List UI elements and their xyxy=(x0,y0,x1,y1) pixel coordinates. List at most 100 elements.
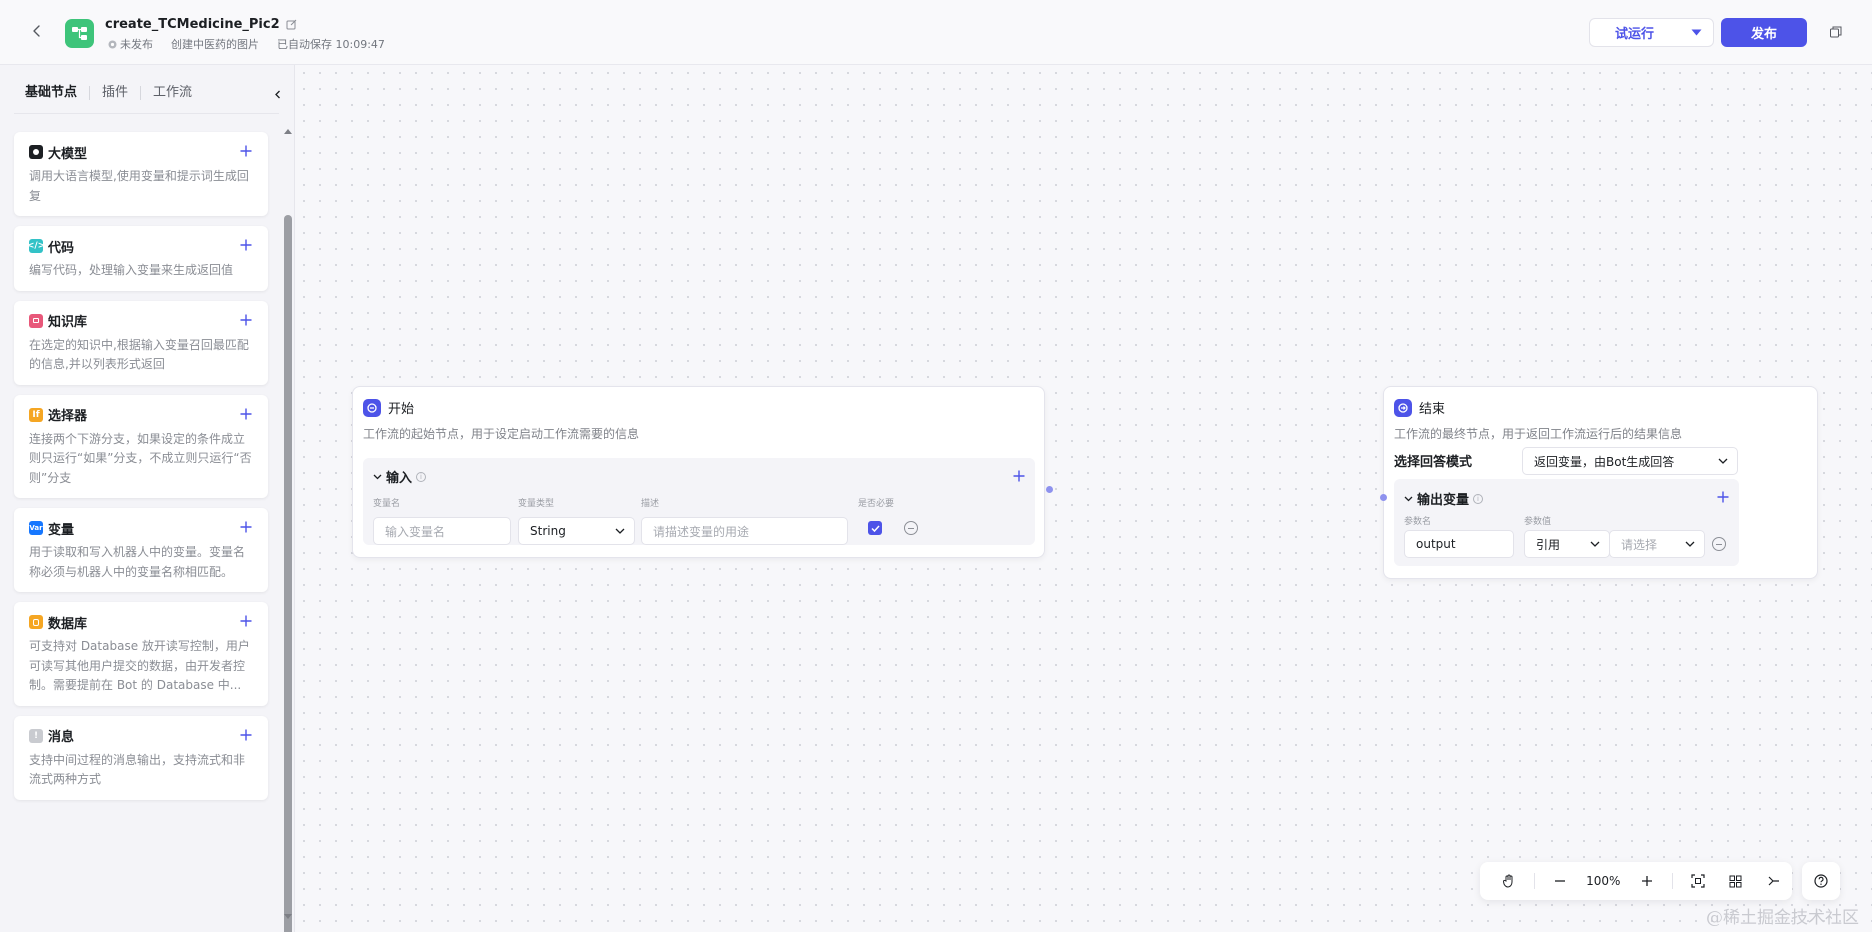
tab-basic-nodes[interactable]: 基础节点 xyxy=(14,85,89,101)
required-checkbox[interactable] xyxy=(868,521,882,535)
node-card-message[interactable]: ! 消息 支持中间过程的消息输出，支持流式和非流式两种方式 xyxy=(14,715,268,800)
scroll-down-arrow[interactable] xyxy=(284,914,292,919)
knowledge-icon xyxy=(29,313,43,328)
workflow-logo-icon xyxy=(65,19,94,48)
layout-button[interactable] xyxy=(1717,866,1755,896)
add-node-button[interactable] xyxy=(238,519,254,535)
message-icon: ! xyxy=(29,728,43,743)
node-card-llm[interactable]: 大模型 调用大语言模型,使用变量和提示词生成回复 xyxy=(14,132,268,216)
workflow-description: 创建中医药的图片 xyxy=(171,38,259,51)
hand-icon xyxy=(1502,874,1513,888)
test-run-dropdown[interactable] xyxy=(1679,19,1713,46)
add-output-button[interactable] xyxy=(1715,489,1731,505)
end-node[interactable]: 结束 工作流的最终节点，用于返回工作流运行后的结果信息 选择回答模式 返回变量，… xyxy=(1383,386,1818,579)
variable-type-select[interactable]: String xyxy=(518,517,635,545)
param-ref-select[interactable]: 引用 xyxy=(1524,530,1610,558)
llm-icon xyxy=(29,145,43,159)
add-node-button[interactable] xyxy=(238,143,254,159)
param-ref-value: 引用 xyxy=(1536,537,1561,552)
answer-mode-label: 选择回答模式 xyxy=(1394,455,1473,470)
back-button[interactable] xyxy=(26,20,48,42)
scroll-up-arrow[interactable] xyxy=(284,129,292,134)
start-node-title: 开始 xyxy=(388,402,415,417)
tab-plugins[interactable]: 插件 xyxy=(90,85,140,101)
node-card-selector[interactable]: If 选择器 连接两个下游分支，如果设定的条件成立则只运行“如果”分支，不成立则… xyxy=(14,394,268,498)
col-required: 是否必要 xyxy=(858,499,895,509)
start-output-port[interactable] xyxy=(1046,486,1053,493)
node-card-title: 消息 xyxy=(48,730,75,745)
checkmark-icon xyxy=(870,524,880,532)
chevron-down-icon[interactable] xyxy=(1404,496,1413,502)
node-card-desc: 在选定的知识中,根据输入变量召回最匹配的信息,并以列表形式返回 xyxy=(29,337,249,372)
collapse-sidebar-button[interactable] xyxy=(270,86,286,102)
end-node-icon xyxy=(1394,398,1412,417)
node-card-title: 变量 xyxy=(48,522,75,538)
param-name-input[interactable]: output xyxy=(1404,530,1514,558)
sidebar-scrollbar[interactable] xyxy=(283,129,293,932)
plus-icon xyxy=(240,615,252,627)
start-node[interactable]: 开始 工作流的起始节点，用于设定启动工作流需要的信息 输入 i 变量名 变量类型… xyxy=(352,386,1045,558)
start-node-icon xyxy=(363,398,381,417)
node-card-database[interactable]: 数据库 可支持对 Database 放开读写控制，用户可读写其他用户提交的数据，… xyxy=(14,602,268,706)
add-node-button[interactable] xyxy=(238,406,254,422)
variable-name-input[interactable]: 输入变量名 xyxy=(373,517,511,545)
plus-icon xyxy=(240,408,252,419)
node-card-variable[interactable]: Var 变量 用于读取和写入机器人中的变量。变量名称必须与机器人中的变量名称相匹… xyxy=(14,508,268,592)
end-node-desc: 工作流的最终节点，用于返回工作流运行后的结果信息 xyxy=(1394,427,1683,441)
help-button[interactable] xyxy=(1802,862,1840,900)
zoom-level: 100% xyxy=(1586,874,1621,888)
variable-description-input[interactable]: 请描述变量的用途 xyxy=(641,517,848,545)
add-input-button[interactable] xyxy=(1011,468,1027,484)
node-card-title: 数据库 xyxy=(48,616,88,632)
fit-view-button[interactable] xyxy=(1679,866,1717,896)
remove-output-button[interactable] xyxy=(1712,537,1726,551)
add-node-button[interactable] xyxy=(238,727,254,743)
test-run-button[interactable]: 试运行 xyxy=(1590,19,1679,46)
input-section-title: 输入 xyxy=(386,471,413,486)
remove-input-button[interactable] xyxy=(904,521,918,535)
node-card-title: 代码 xyxy=(48,240,75,256)
autosave-status: 已自动保存 10:09:47 xyxy=(277,38,385,51)
pan-tool-button[interactable] xyxy=(1490,866,1528,896)
node-card-desc: 调用大语言模型,使用变量和提示词生成回复 xyxy=(29,169,249,203)
add-node-button[interactable] xyxy=(238,312,254,328)
canvas-toolbar: 100% xyxy=(1480,862,1792,900)
start-node-desc: 工作流的起始节点，用于设定启动工作流需要的信息 xyxy=(363,427,640,441)
zoom-in-button[interactable] xyxy=(1628,866,1666,896)
publish-button[interactable]: 发布 xyxy=(1721,18,1807,47)
tab-workflows[interactable]: 工作流 xyxy=(141,85,204,101)
info-icon: i xyxy=(416,471,427,482)
connection-style-button[interactable] xyxy=(1754,866,1792,896)
chevron-left-icon xyxy=(275,90,280,98)
input-panel: 输入 i 变量名 变量类型 描述 是否必要 输入变量名 String 请描述变量… xyxy=(363,458,1035,545)
plus-icon xyxy=(240,239,252,251)
add-node-button[interactable] xyxy=(238,613,254,629)
sidebar-tabs: 基础节点 插件 工作流 xyxy=(14,85,204,101)
node-card-desc: 用于读取和写入机器人中的变量。变量名称必须与机器人中的变量名称相匹配。 xyxy=(29,545,246,579)
edit-icon[interactable] xyxy=(286,19,297,30)
param-value-placeholder: 请选择 xyxy=(1621,537,1658,552)
end-input-port[interactable] xyxy=(1380,494,1387,501)
chevron-down-icon[interactable] xyxy=(373,474,382,480)
node-card-code[interactable]: </> 代码 编写代码，处理输入变量来生成返回值 xyxy=(14,226,268,291)
zoom-out-button[interactable] xyxy=(1541,866,1579,896)
copy-button[interactable] xyxy=(1825,21,1847,43)
variable-icon: Var xyxy=(29,521,43,535)
plus-icon xyxy=(240,521,252,533)
chevron-down-icon xyxy=(1685,541,1695,547)
answer-mode-select[interactable]: 返回变量，由Bot生成回答 xyxy=(1522,447,1738,475)
plus-icon xyxy=(240,729,252,740)
workflow-canvas[interactable]: 开始 工作流的起始节点，用于设定启动工作流需要的信息 输入 i 变量名 变量类型… xyxy=(296,65,1872,932)
col-variable-name: 变量名 xyxy=(373,499,401,509)
add-node-button[interactable] xyxy=(238,237,254,253)
output-panel: 输出变量 i 参数名 参数值 output 引用 请选择 xyxy=(1394,479,1739,566)
node-card-title: 选择器 xyxy=(48,409,88,424)
node-card-knowledge[interactable]: 知识库 在选定的知识中,根据输入变量召回最匹配的信息,并以列表形式返回 xyxy=(14,300,268,385)
col-description: 描述 xyxy=(641,499,660,509)
param-value-select[interactable]: 请选择 xyxy=(1609,530,1705,558)
plus-icon xyxy=(240,314,252,325)
watermark: @稀土掘金技术社区 xyxy=(1706,908,1859,928)
help-icon xyxy=(1814,874,1828,888)
scrollbar-thumb[interactable] xyxy=(284,215,292,932)
chevron-down-icon xyxy=(615,528,625,534)
